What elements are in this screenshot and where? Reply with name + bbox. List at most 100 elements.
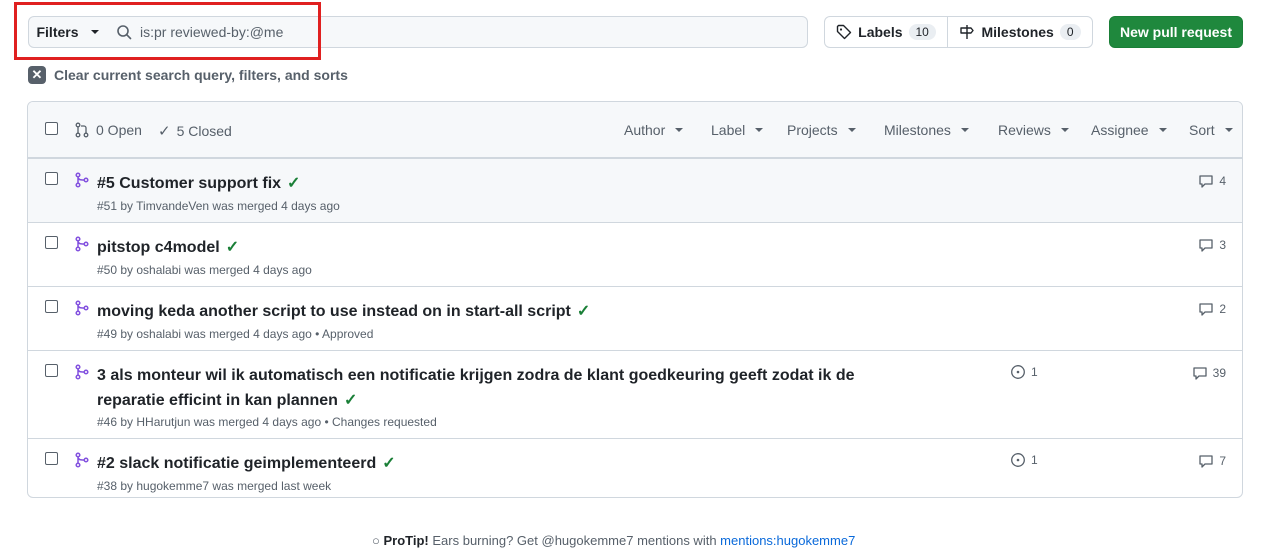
milestones-label: Milestones bbox=[981, 24, 1054, 40]
merged-pr-icon bbox=[75, 364, 89, 380]
merged-pr-icon bbox=[75, 452, 89, 468]
check-icon: ✓ bbox=[382, 455, 396, 472]
pull-request-title: #2 slack notificatie geimplementeerd bbox=[97, 455, 377, 472]
linked-issues-count: 1 bbox=[1031, 365, 1038, 379]
sort-dropdown[interactable]: Sort bbox=[1189, 122, 1233, 138]
comment-icon bbox=[1199, 303, 1213, 316]
open-filter-tab[interactable]: 0 Open bbox=[74, 122, 142, 138]
labels-button[interactable]: Labels 10 bbox=[824, 16, 948, 48]
assignee-filter-label: Assignee bbox=[1091, 122, 1149, 138]
author-filter-dropdown[interactable]: Author bbox=[624, 122, 684, 138]
sort-label: Sort bbox=[1189, 122, 1215, 138]
chevron-down-icon bbox=[755, 128, 764, 132]
protip-mentions-link[interactable]: mentions:hugokemme7 bbox=[720, 533, 855, 548]
linked-issues-count: 1 bbox=[1031, 453, 1038, 467]
pull-request-row: 3 als monteur wil ik automatisch een not… bbox=[28, 350, 1242, 438]
milestones-filter-dropdown[interactable]: Milestones bbox=[884, 122, 969, 138]
comments-link[interactable]: 39 bbox=[1192, 365, 1226, 381]
comments-count: 3 bbox=[1219, 238, 1226, 252]
linked-issues-link[interactable]: 1 bbox=[1010, 452, 1038, 468]
author-filter-label: Author bbox=[624, 122, 666, 138]
row-checkbox[interactable] bbox=[45, 364, 58, 377]
row-checkbox[interactable] bbox=[45, 172, 58, 185]
pull-request-row: pitstop c4model ✓ #50 by oshalabi was mer… bbox=[28, 222, 1242, 286]
milestones-button[interactable]: Milestones 0 bbox=[947, 16, 1093, 48]
labels-label: Labels bbox=[858, 24, 903, 40]
protip: ○ ProTip! Ears burning? Get @hugokemme7 … bbox=[372, 533, 855, 548]
pull-request-icon bbox=[75, 122, 89, 138]
pull-request-title-link[interactable]: #2 slack notificatie geimplementeerd ✓ bbox=[97, 451, 917, 476]
select-all-checkbox[interactable] bbox=[45, 122, 58, 135]
chevron-down-icon bbox=[847, 128, 856, 132]
lightbulb-icon: ○ bbox=[372, 533, 380, 548]
check-icon: ✓ bbox=[225, 239, 240, 256]
pull-request-title: moving keda another script to use instea… bbox=[97, 303, 571, 320]
comment-icon bbox=[1199, 239, 1213, 252]
reviews-filter-dropdown[interactable]: Reviews bbox=[998, 122, 1069, 138]
linked-issues-link[interactable]: 1 bbox=[1010, 364, 1038, 380]
reviews-filter-label: Reviews bbox=[998, 122, 1051, 138]
comments-count: 2 bbox=[1219, 302, 1226, 316]
closed-filter-tab[interactable]: ✓ 5 Closed bbox=[158, 122, 232, 140]
row-checkbox[interactable] bbox=[45, 236, 58, 249]
check-icon: ✓ bbox=[287, 175, 301, 192]
tag-icon bbox=[836, 24, 852, 40]
clear-filters-link[interactable]: ✕ Clear current search query, filters, a… bbox=[28, 66, 348, 84]
pull-request-title-link[interactable]: pitstop c4model ✓ bbox=[97, 235, 917, 260]
pull-request-meta: #50 by oshalabi was merged 4 days ago bbox=[97, 263, 312, 277]
close-icon: ✕ bbox=[28, 66, 46, 84]
milestones-count-badge: 0 bbox=[1059, 24, 1081, 40]
comments-link[interactable]: 3 bbox=[1198, 237, 1226, 253]
chevron-down-icon bbox=[1224, 128, 1233, 132]
comments-link[interactable]: 4 bbox=[1198, 173, 1226, 189]
comments-count: 39 bbox=[1212, 366, 1226, 380]
pull-request-title: pitstop c4model bbox=[97, 239, 220, 256]
issue-icon bbox=[1011, 365, 1025, 379]
pull-request-title: 3 als monteur wil ik automatisch een not… bbox=[97, 367, 855, 409]
closed-count-label: 5 Closed bbox=[176, 123, 232, 139]
projects-filter-dropdown[interactable]: Projects bbox=[787, 122, 856, 138]
labels-count-badge: 10 bbox=[908, 24, 936, 40]
search-field[interactable] bbox=[106, 16, 808, 48]
chevron-down-icon bbox=[675, 128, 684, 132]
milestone-icon bbox=[960, 25, 975, 39]
pull-request-row: #2 slack notificatie geimplementeerd ✓ #3… bbox=[28, 438, 1242, 497]
row-checkbox[interactable] bbox=[45, 452, 58, 465]
assignee-filter-dropdown[interactable]: Assignee bbox=[1091, 122, 1167, 138]
pull-request-meta: #38 by hugokemme7 was merged last week bbox=[97, 479, 332, 493]
comments-link[interactable]: 7 bbox=[1198, 453, 1226, 469]
row-checkbox[interactable] bbox=[45, 300, 58, 313]
check-icon: ✓ bbox=[158, 123, 171, 140]
pull-request-title: #5 Customer support fix bbox=[97, 175, 282, 192]
pull-request-list: 0 Open ✓ 5 Closed Author Label Projects … bbox=[27, 101, 1243, 498]
chevron-down-icon bbox=[1060, 128, 1069, 132]
comment-icon bbox=[1199, 455, 1213, 468]
label-filter-dropdown[interactable]: Label bbox=[711, 122, 764, 138]
pull-request-meta: #51 by TimvandeVen was merged 4 days ago bbox=[97, 199, 340, 213]
merged-pr-icon bbox=[75, 172, 89, 188]
issue-icon bbox=[1011, 453, 1025, 467]
open-count-label: 0 Open bbox=[96, 122, 142, 138]
comments-count: 4 bbox=[1219, 174, 1226, 188]
pull-request-title-link[interactable]: #5 Customer support fix ✓ bbox=[97, 171, 917, 196]
filters-button[interactable]: Filters bbox=[28, 16, 107, 48]
search-icon bbox=[117, 25, 132, 40]
search-input[interactable] bbox=[140, 24, 780, 40]
new-pull-request-button[interactable]: New pull request bbox=[1109, 16, 1243, 48]
pull-request-title-link[interactable]: 3 als monteur wil ik automatisch een not… bbox=[97, 363, 917, 413]
clear-filters-label: Clear current search query, filters, and… bbox=[54, 67, 348, 83]
label-filter-label: Label bbox=[711, 122, 746, 138]
comments-count: 7 bbox=[1219, 454, 1226, 468]
list-header: 0 Open ✓ 5 Closed Author Label Projects … bbox=[28, 102, 1242, 158]
comment-icon bbox=[1199, 175, 1213, 188]
comments-link[interactable]: 2 bbox=[1198, 301, 1226, 317]
filters-label: Filters bbox=[36, 24, 79, 40]
pull-request-meta: #49 by oshalabi was merged 4 days ago • … bbox=[97, 327, 374, 341]
chevron-down-icon bbox=[90, 30, 99, 34]
pull-request-title-link[interactable]: moving keda another script to use instea… bbox=[97, 299, 917, 324]
merged-pr-icon bbox=[75, 300, 89, 316]
projects-filter-label: Projects bbox=[787, 122, 838, 138]
pull-request-meta: #46 by HHarutjun was merged 4 days ago •… bbox=[97, 415, 437, 429]
protip-text: Ears burning? Get @hugokemme7 mentions w… bbox=[432, 533, 717, 548]
chevron-down-icon bbox=[1158, 128, 1167, 132]
